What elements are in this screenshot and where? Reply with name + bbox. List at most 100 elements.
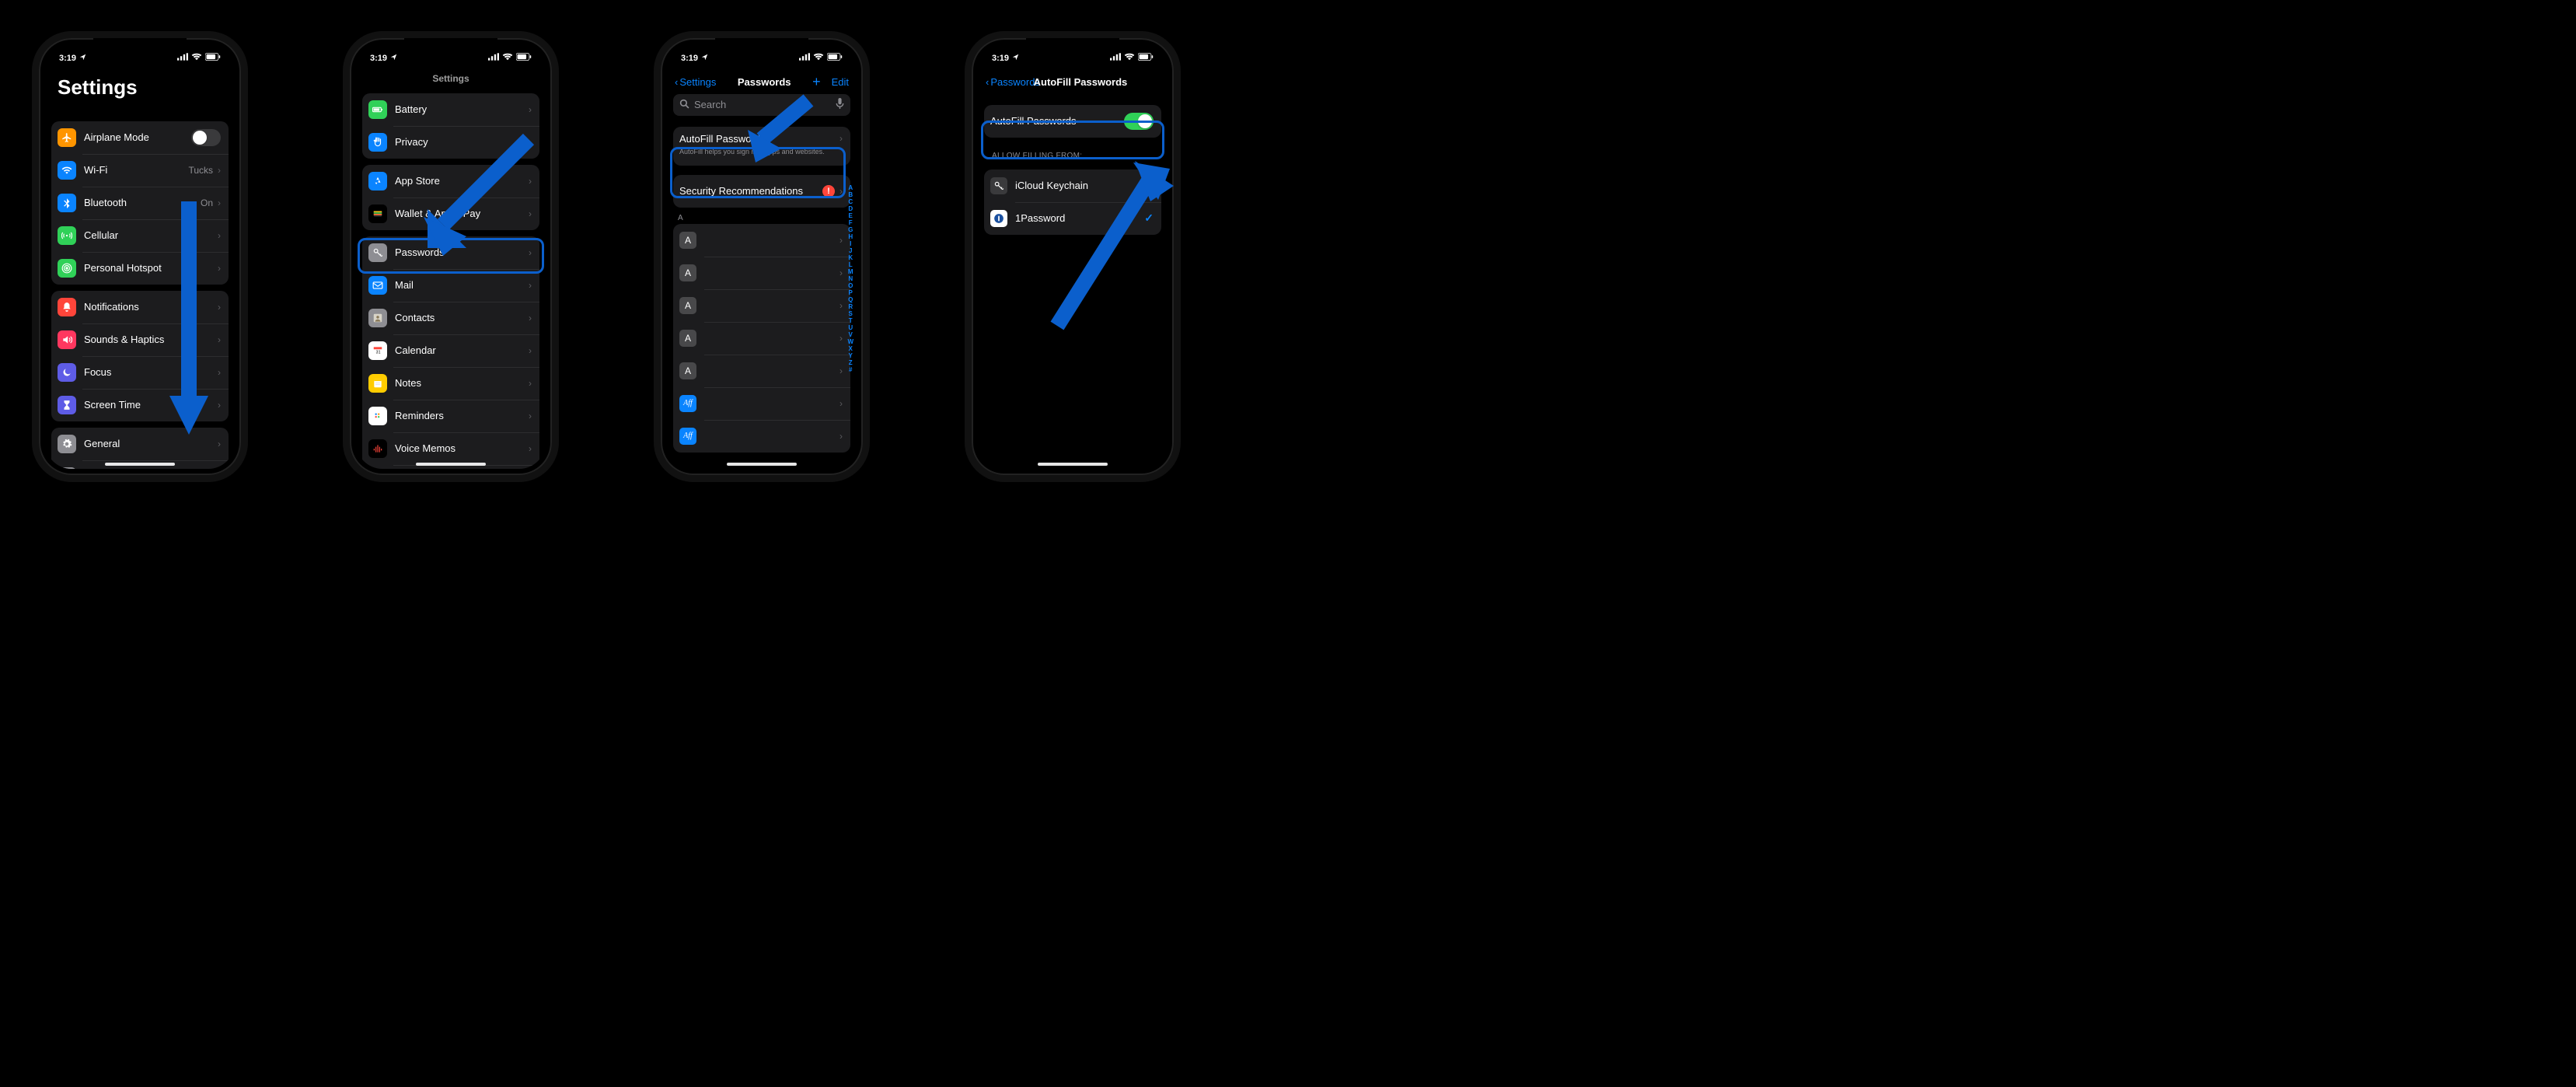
autofill-toggle-row[interactable]: AutoFill Passwords (984, 105, 1161, 138)
chevron-right-icon: › (218, 230, 221, 241)
index-letter[interactable]: L (849, 261, 853, 268)
wifi-icon (502, 53, 513, 63)
index-letter[interactable]: R (848, 303, 853, 310)
index-letter[interactable]: # (849, 366, 852, 373)
settings-voicememo-row[interactable]: Voice Memos› (362, 432, 539, 465)
settings-gear-label: General (84, 438, 216, 449)
autofill-toggle-label: AutoFill Passwords (990, 115, 1124, 127)
settings-airplane-switch[interactable] (191, 129, 221, 146)
index-letter[interactable]: T (849, 317, 853, 324)
chevron-right-icon: › (218, 400, 221, 411)
switches-icon (58, 467, 76, 469)
wifi-icon (1124, 53, 1135, 63)
voicememo-icon (368, 439, 387, 458)
search-placeholder: Search (694, 99, 726, 110)
entry-badge: A (679, 362, 696, 379)
entry-badge: A (679, 330, 696, 347)
entry-badge: Aff (679, 428, 696, 445)
home-indicator[interactable] (1038, 463, 1108, 466)
index-letter[interactable]: J (849, 247, 852, 254)
nav-title: AutoFill Passwords (1034, 76, 1128, 88)
back-button[interactable]: ‹ Settings (675, 76, 716, 88)
index-letter[interactable]: G (848, 226, 853, 233)
gear-icon (58, 435, 76, 453)
password-entry-row[interactable]: Aff › (673, 420, 850, 453)
password-entry-row[interactable]: A› (673, 289, 850, 322)
index-letter[interactable]: W (847, 338, 853, 345)
battery-icon (1138, 53, 1154, 63)
index-letter[interactable]: S (849, 310, 853, 317)
password-entry-row[interactable]: A› (673, 355, 850, 387)
edit-button[interactable]: Edit (832, 76, 849, 88)
settings-contacts-row[interactable]: Contacts› (362, 302, 539, 334)
battery-icon (827, 53, 843, 63)
settings-wifi-row[interactable]: Wi-FiTucks› (51, 154, 229, 187)
index-letter[interactable]: H (848, 233, 853, 240)
add-button[interactable]: + (812, 74, 821, 90)
mic-icon[interactable] (836, 98, 844, 111)
index-letter[interactable]: N (848, 275, 853, 282)
bell-icon (58, 298, 76, 316)
index-letter[interactable]: A (848, 184, 853, 191)
signal-icon (1110, 53, 1121, 63)
password-entry-row[interactable]: A› (673, 322, 850, 355)
moon-icon (58, 363, 76, 382)
chevron-right-icon: › (218, 197, 221, 208)
settings-calendar-row[interactable]: 31Calendar› (362, 334, 539, 367)
settings-wifi-label: Wi-Fi (84, 164, 188, 176)
settings-wifi-detail: Tucks (188, 165, 213, 176)
index-bar[interactable]: ABCDEFGHIJKLMNOPQRSTUVWXYZ# (847, 184, 853, 373)
chevron-left-icon: ‹ (675, 76, 678, 88)
back-button[interactable]: ‹ Passwords (986, 76, 1040, 88)
index-letter[interactable]: M (848, 268, 853, 275)
settings-contacts-label: Contacts (395, 312, 527, 323)
status-bar: 3:19 (356, 44, 546, 71)
index-letter[interactable]: C (848, 198, 853, 205)
password-entry-row[interactable]: A› (673, 224, 850, 257)
mail-icon (368, 276, 387, 295)
index-letter[interactable]: O (848, 282, 853, 289)
password-entry-row[interactable]: Aff› (673, 387, 850, 420)
home-indicator[interactable] (416, 463, 486, 466)
location-icon (1012, 54, 1019, 63)
autofill-toggle-switch[interactable] (1124, 113, 1154, 130)
chevron-right-icon: › (529, 378, 532, 389)
chevron-right-icon: › (839, 267, 843, 278)
index-letter[interactable]: E (849, 212, 853, 219)
svg-text:31: 31 (376, 350, 381, 355)
speaker-icon (58, 330, 76, 349)
home-indicator[interactable] (105, 463, 175, 466)
index-letter[interactable]: K (848, 254, 853, 261)
home-indicator[interactable] (727, 463, 797, 466)
settings-battery-row[interactable]: Battery› (362, 93, 539, 126)
settings-airplane-row[interactable]: Airplane Mode (51, 121, 229, 154)
chevron-right-icon: › (218, 334, 221, 345)
index-letter[interactable]: P (849, 289, 853, 296)
reminders-icon (368, 407, 387, 425)
chevron-right-icon: › (839, 186, 843, 197)
index-letter[interactable]: I (850, 240, 851, 247)
settings-reminders-row[interactable]: Reminders› (362, 400, 539, 432)
index-letter[interactable]: Z (849, 359, 853, 366)
settings-mail-row[interactable]: Mail› (362, 269, 539, 302)
security-recommendations-row[interactable]: Security Recommendations ! › (673, 175, 850, 208)
index-letter[interactable]: U (848, 324, 853, 331)
cellular-icon (58, 226, 76, 245)
password-entry-row[interactable]: A› (673, 257, 850, 289)
appstore-icon (368, 172, 387, 190)
nav-title: Settings (356, 71, 546, 89)
settings-notes-row[interactable]: Notes› (362, 367, 539, 400)
index-letter[interactable]: D (848, 205, 853, 212)
chevron-right-icon: › (839, 431, 843, 442)
status-bar: 3:19 (45, 44, 235, 71)
index-letter[interactable]: B (848, 191, 853, 198)
index-letter[interactable]: F (849, 219, 853, 226)
index-letter[interactable]: Y (849, 352, 853, 359)
phone-3: 3:19 ‹ Settings Passwords + Edit (661, 38, 863, 475)
battery-icon (516, 53, 532, 63)
index-letter[interactable]: V (849, 331, 853, 338)
alert-icon: ! (822, 185, 835, 197)
index-letter[interactable]: X (849, 345, 853, 352)
signal-icon (799, 53, 810, 63)
index-letter[interactable]: Q (848, 296, 853, 303)
